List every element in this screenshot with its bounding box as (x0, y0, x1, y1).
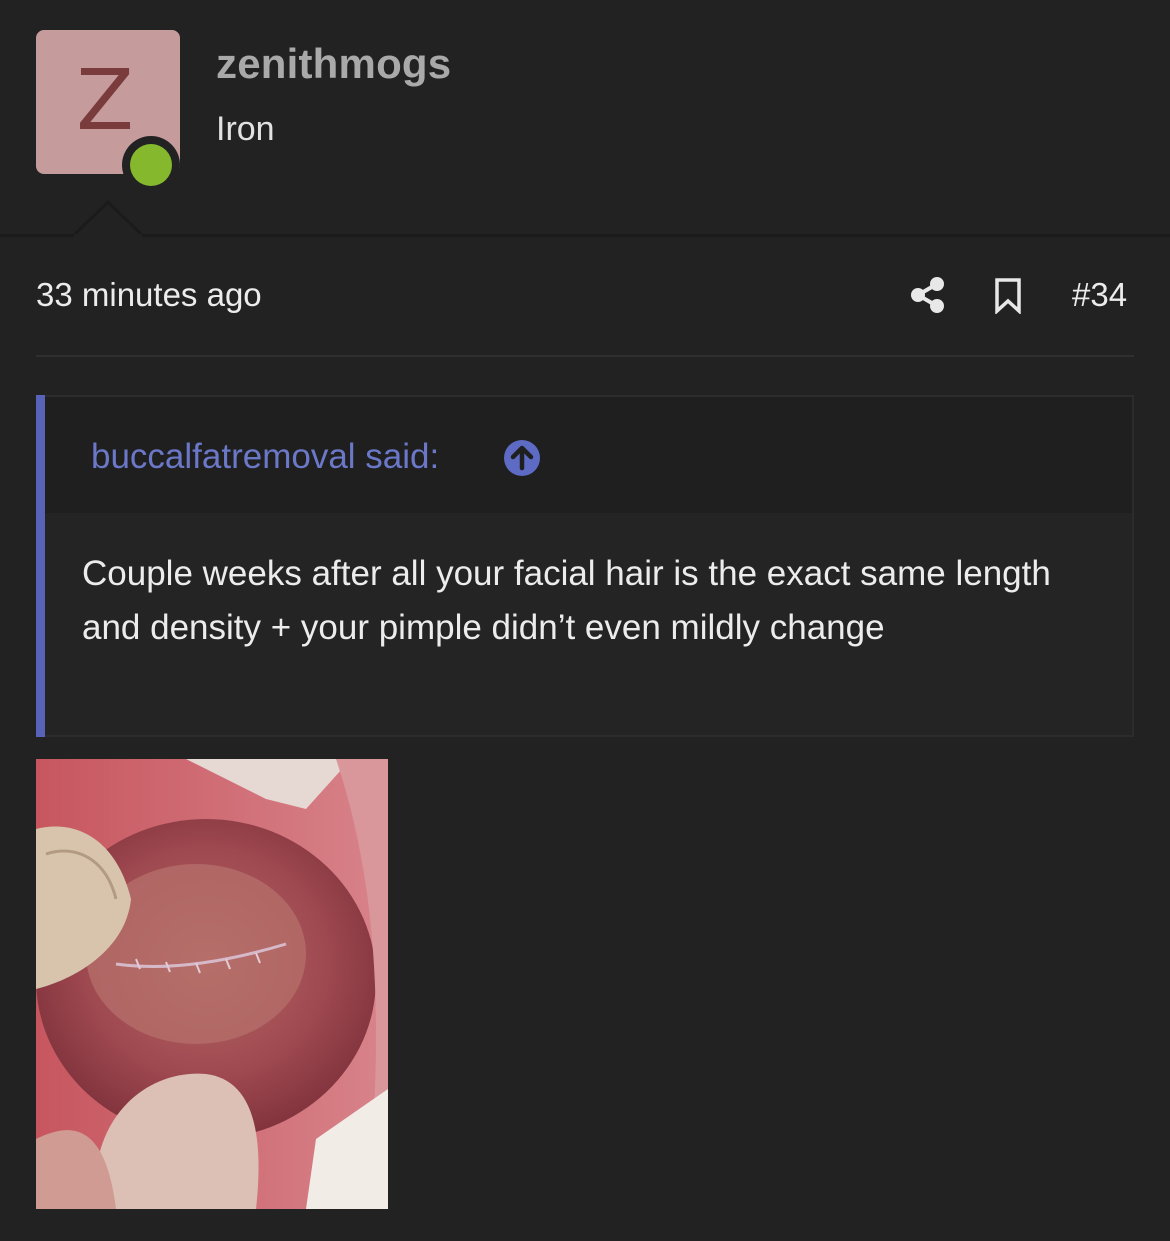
user-rank-title: Iron (216, 110, 275, 148)
quote-author-link[interactable]: buccalfatremoval said: (91, 437, 439, 477)
forum-post: Z zenithmogs Iron 33 minutes ago #34 buc… (0, 0, 1170, 1241)
meta-divider (36, 355, 1134, 357)
arrow-up-circle-icon[interactable] (503, 439, 541, 477)
online-status-indicator (122, 136, 180, 194)
attached-photo[interactable] (36, 759, 388, 1209)
online-dot (130, 144, 172, 186)
header-pointer-arrow (74, 200, 142, 237)
post-number-link[interactable]: #34 (1072, 276, 1127, 314)
quote-accent-bar (36, 395, 45, 737)
avatar-letter: Z (76, 51, 134, 149)
username-link[interactable]: zenithmogs (216, 40, 451, 88)
post-timestamp[interactable]: 33 minutes ago (36, 276, 262, 314)
share-icon[interactable] (910, 276, 946, 314)
header-divider (0, 234, 1170, 237)
quote-body-text: Couple weeks after all your facial hair … (82, 554, 1051, 647)
quote-block: buccalfatremoval said: Couple weeks afte… (36, 395, 1134, 737)
bookmark-icon[interactable] (994, 278, 1022, 314)
user-header: Z zenithmogs Iron (0, 0, 1170, 236)
quote-header: buccalfatremoval said: (45, 397, 1132, 513)
